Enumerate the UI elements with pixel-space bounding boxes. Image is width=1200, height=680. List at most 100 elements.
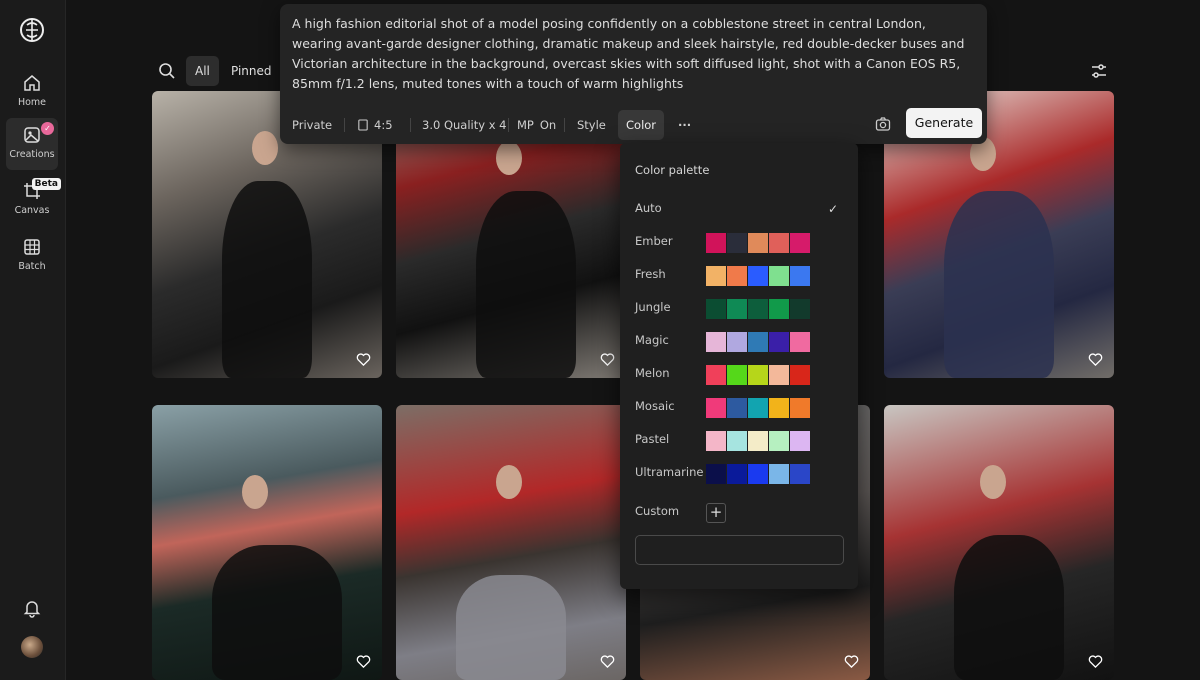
sidebar-item-label: Home xyxy=(17,97,47,108)
color-swatch xyxy=(790,332,810,352)
avatar[interactable] xyxy=(21,636,43,658)
palette-option-mosaic[interactable]: Mosaic xyxy=(620,391,858,424)
heart-icon[interactable] xyxy=(844,654,859,669)
sidebar: Home Creations ✓ Canvas Beta Batch xyxy=(0,0,66,680)
palette-option-pastel[interactable]: Pastel xyxy=(620,424,858,457)
color-swatch xyxy=(727,233,747,253)
sidebar-item-label: Creations xyxy=(9,149,55,160)
color-swatch xyxy=(706,365,726,385)
search-icon[interactable] xyxy=(158,62,176,80)
divider xyxy=(564,118,565,132)
color-swatch xyxy=(790,398,810,418)
palette-option-fresh[interactable]: Fresh xyxy=(620,259,858,292)
dropdown-title: Color palette xyxy=(635,163,710,177)
color-swatch xyxy=(790,365,810,385)
settings-sliders-icon[interactable] xyxy=(1090,62,1108,80)
color-swatch xyxy=(748,299,768,319)
divider xyxy=(410,118,411,132)
bell-icon[interactable] xyxy=(22,598,42,618)
generate-button[interactable]: Generate xyxy=(906,108,982,138)
mp-label: MP xyxy=(517,118,534,132)
palette-label: Pastel xyxy=(635,432,670,446)
color-palette-dropdown: Color palette Auto ✓ Ember Fresh Jungle Mag… xyxy=(620,143,858,589)
color-swatch xyxy=(790,464,810,484)
aspect-ratio-label: 4:5 xyxy=(374,118,393,132)
color-swatch xyxy=(769,398,789,418)
palette-label: Ember xyxy=(635,234,673,248)
color-swatch xyxy=(790,266,810,286)
color-swatch xyxy=(727,365,747,385)
color-swatch xyxy=(748,365,768,385)
sidebar-item-canvas[interactable]: Canvas Beta xyxy=(6,174,61,226)
color-swatch xyxy=(706,299,726,319)
color-swatch xyxy=(727,332,747,352)
app-window: Home Creations ✓ Canvas Beta Batch All P… xyxy=(0,0,1200,680)
color-swatch xyxy=(727,464,747,484)
beta-badge: Beta xyxy=(31,178,61,190)
palette-option-melon[interactable]: Melon xyxy=(620,358,858,391)
sidebar-item-label: Batch xyxy=(18,261,46,272)
color-swatch xyxy=(790,233,810,253)
more-options-button[interactable]: ··· xyxy=(670,110,699,140)
palette-option-jungle[interactable]: Jungle xyxy=(620,292,858,325)
palette-label: Jungle xyxy=(635,300,671,314)
palette-option-ember[interactable]: Ember xyxy=(620,226,858,259)
selected-check-icon: ✓ xyxy=(41,122,54,135)
aspect-ratio-button[interactable]: 4:5 xyxy=(350,110,401,140)
color-swatch xyxy=(769,431,789,451)
home-icon xyxy=(24,75,40,91)
color-swatch xyxy=(727,398,747,418)
heart-icon[interactable] xyxy=(600,352,615,367)
palette-label: Auto xyxy=(635,201,662,215)
prompt-panel: A high fashion editorial shot of a model… xyxy=(280,4,987,144)
image-tile[interactable] xyxy=(152,405,382,680)
color-swatch xyxy=(748,332,768,352)
heart-icon[interactable] xyxy=(600,654,615,669)
sidebar-item-creations[interactable]: Creations ✓ xyxy=(6,118,58,170)
color-swatch xyxy=(706,332,726,352)
palette-label: Magic xyxy=(635,333,669,347)
image-tile[interactable] xyxy=(884,405,1114,680)
add-custom-color-button[interactable]: + xyxy=(706,503,726,523)
color-swatch xyxy=(748,266,768,286)
heart-icon[interactable] xyxy=(356,654,371,669)
checkmark-icon: ✓ xyxy=(828,202,839,216)
color-swatch xyxy=(769,332,789,352)
divider xyxy=(344,118,345,132)
logo-icon[interactable] xyxy=(18,16,46,44)
color-swatch xyxy=(748,398,768,418)
sidebar-item-home[interactable]: Home xyxy=(6,66,58,118)
color-button[interactable]: Color xyxy=(618,110,665,140)
custom-color-input[interactable] xyxy=(635,535,844,565)
color-swatch xyxy=(790,431,810,451)
heart-icon[interactable] xyxy=(1088,654,1103,669)
prompt-textarea[interactable]: A high fashion editorial shot of a model… xyxy=(292,14,972,94)
palette-option-auto[interactable]: Auto ✓ xyxy=(620,193,858,226)
color-swatch xyxy=(727,431,747,451)
camera-icon[interactable] xyxy=(875,116,891,132)
palette-option-custom[interactable]: Custom + xyxy=(620,496,858,529)
palette-label: Melon xyxy=(635,366,670,380)
mp-value: On xyxy=(539,118,557,132)
quality-button[interactable]: 3.0 Quality x 4 xyxy=(414,110,514,140)
privacy-toggle[interactable]: Private xyxy=(284,110,340,140)
palette-option-ultramarine[interactable]: Ultramarine xyxy=(620,457,858,490)
color-swatch xyxy=(727,299,747,319)
sidebar-item-label: Canvas xyxy=(14,205,50,216)
palette-option-magic[interactable]: Magic xyxy=(620,325,858,358)
palette-label: Ultramarine xyxy=(635,465,704,479)
filter-pinned[interactable]: Pinned xyxy=(222,56,281,86)
color-swatch xyxy=(748,233,768,253)
heart-icon[interactable] xyxy=(1088,352,1103,367)
aspect-ratio-icon xyxy=(358,119,368,131)
mp-toggle[interactable]: MP On xyxy=(509,110,564,140)
style-button[interactable]: Style xyxy=(569,110,614,140)
sidebar-item-batch[interactable]: Batch xyxy=(6,230,58,282)
color-swatch xyxy=(769,233,789,253)
image-tile[interactable] xyxy=(396,405,626,680)
color-swatch xyxy=(769,266,789,286)
filter-all[interactable]: All xyxy=(186,56,219,86)
heart-icon[interactable] xyxy=(356,352,371,367)
color-swatch xyxy=(706,398,726,418)
color-swatch xyxy=(769,299,789,319)
